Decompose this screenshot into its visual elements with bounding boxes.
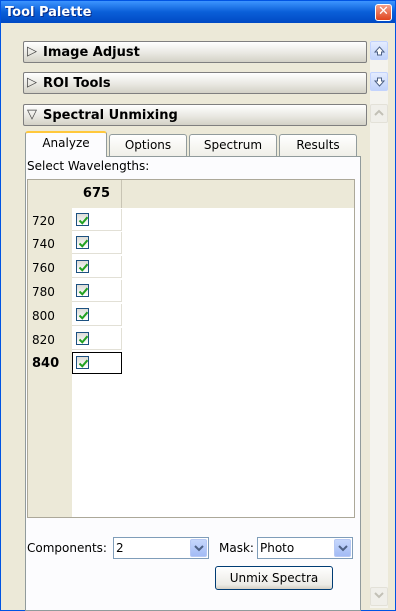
wavelength-cell[interactable]	[72, 304, 122, 326]
vertical-scrollbar[interactable]	[370, 41, 388, 608]
select-wavelengths-label: Select Wavelengths:	[27, 159, 150, 173]
chevron-up-icon	[374, 109, 384, 116]
check-icon	[78, 263, 89, 272]
unmix-spectra-button[interactable]: Unmix Spectra	[215, 566, 333, 590]
tool-palette-window: Tool Palette ✕ ▷ Image Adjust ▷ ROI Tool…	[0, 0, 396, 611]
tab-options[interactable]: Options	[109, 134, 187, 156]
section-roi-tools[interactable]: ▷ ROI Tools	[23, 72, 367, 94]
mask-dropdown[interactable]: Photo	[257, 537, 353, 559]
dropdown-button[interactable]	[334, 539, 351, 557]
close-button[interactable]: ✕	[375, 4, 392, 21]
wavelength-cell[interactable]	[72, 328, 122, 350]
check-icon	[78, 216, 89, 225]
wavelength-cell[interactable]	[72, 256, 122, 278]
expand-arrow-icon: ▷	[27, 75, 37, 90]
tab-label: Spectrum	[203, 138, 263, 152]
section-image-adjust[interactable]: ▷ Image Adjust	[23, 41, 367, 63]
chevron-down-icon	[338, 545, 348, 552]
scroll-page-down-button[interactable]	[370, 587, 388, 606]
wavelength-grid: 675 720 740 760 780 800 820 840	[27, 179, 355, 518]
wavelength-checkbox[interactable]	[76, 213, 89, 226]
title-bar[interactable]: Tool Palette ✕	[1, 1, 395, 23]
row-header: 720	[32, 214, 55, 228]
close-icon: ✕	[378, 4, 389, 19]
check-icon	[78, 311, 89, 320]
wavelength-cell[interactable]	[72, 209, 122, 231]
section-label: Image Adjust	[43, 45, 140, 60]
window-title: Tool Palette	[5, 5, 92, 20]
row-header: 760	[32, 261, 55, 275]
tab-analyze[interactable]: Analyze	[25, 131, 107, 157]
arrow-up-icon	[374, 46, 385, 56]
wavelength-checkbox[interactable]	[76, 356, 89, 369]
wavelength-checkbox[interactable]	[76, 236, 89, 249]
row-header: 820	[32, 333, 55, 347]
collapse-arrow-icon: ▽	[27, 107, 37, 122]
components-value: 2	[116, 541, 124, 555]
scroll-up-button[interactable]	[370, 41, 388, 60]
row-header: 740	[32, 237, 55, 251]
tab-results[interactable]: Results	[279, 134, 357, 156]
section-label: ROI Tools	[43, 76, 111, 91]
wavelength-cell[interactable]	[72, 232, 122, 254]
row-header: 800	[32, 309, 55, 323]
section-spectral-unmixing[interactable]: ▽ Spectral Unmixing	[23, 104, 367, 126]
column-header: 675	[72, 180, 122, 208]
wavelength-checkbox[interactable]	[76, 308, 89, 321]
check-icon	[78, 287, 89, 296]
check-icon	[78, 359, 89, 368]
section-label: Spectral Unmixing	[43, 108, 178, 123]
arrow-down-icon	[374, 77, 385, 87]
wavelength-checkbox[interactable]	[76, 284, 89, 297]
components-label: Components:	[27, 541, 107, 555]
wavelength-checkbox[interactable]	[76, 332, 89, 345]
wavelength-cell-focused[interactable]	[72, 352, 122, 374]
tab-label: Analyze	[42, 136, 90, 150]
mask-value: Photo	[260, 541, 295, 555]
row-header: 780	[32, 285, 55, 299]
chevron-down-icon	[374, 592, 384, 599]
check-icon	[78, 239, 89, 248]
chevron-down-icon	[194, 545, 204, 552]
scroll-down-button[interactable]	[370, 72, 388, 91]
row-header: 840	[32, 356, 60, 371]
tab-label: Options	[124, 138, 172, 152]
dropdown-button[interactable]	[190, 539, 207, 557]
components-dropdown[interactable]: 2	[113, 537, 209, 559]
wavelength-cell[interactable]	[72, 280, 122, 302]
scroll-page-up-button[interactable]	[370, 104, 388, 123]
mask-label: Mask:	[219, 541, 254, 555]
check-icon	[78, 335, 89, 344]
expand-arrow-icon: ▷	[27, 44, 37, 59]
tab-label: Results	[296, 138, 340, 152]
wavelength-checkbox[interactable]	[76, 260, 89, 273]
tab-spectrum[interactable]: Spectrum	[189, 134, 277, 156]
